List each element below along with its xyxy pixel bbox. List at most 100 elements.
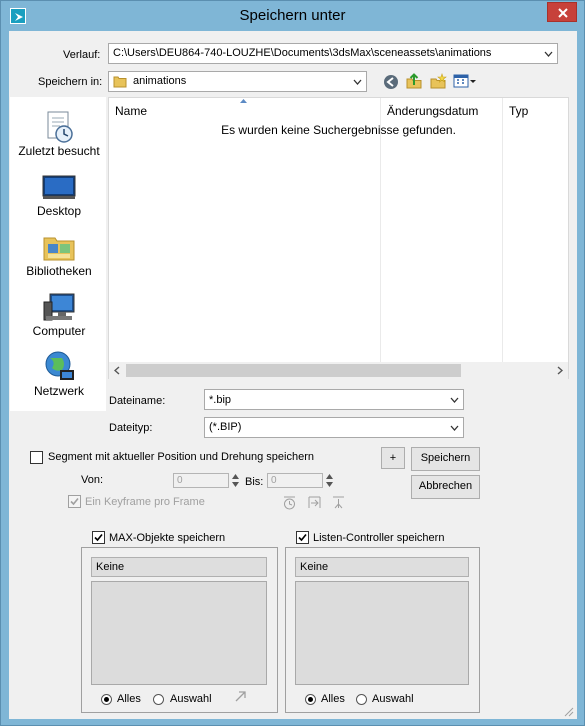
chevron-down-icon xyxy=(450,425,459,431)
keyframe-checkbox[interactable] xyxy=(68,495,81,508)
resize-grip-icon[interactable] xyxy=(564,707,574,717)
libraries-icon xyxy=(43,237,75,261)
chevron-down-icon[interactable] xyxy=(450,397,459,403)
place-label: Zuletzt besucht xyxy=(18,144,100,158)
new-folder-icon xyxy=(430,73,447,89)
column-header-type[interactable]: Typ xyxy=(503,98,569,123)
from-label: Von: xyxy=(81,474,104,486)
list-controllers-radio-selection[interactable] xyxy=(356,694,367,705)
up-folder-icon xyxy=(406,73,422,89)
time-clock-icon[interactable] xyxy=(282,495,297,510)
filetype-select[interactable]: (*.BIP) xyxy=(204,417,464,438)
empty-message: Es wurden keine Suchergebnisse gefunden. xyxy=(221,123,456,137)
place-libraries[interactable]: Bibliotheken xyxy=(11,222,107,282)
close-button[interactable] xyxy=(547,2,577,22)
view-menu-button[interactable] xyxy=(453,73,477,90)
back-button[interactable] xyxy=(383,74,399,90)
computer-icon xyxy=(43,293,75,321)
column-header-name[interactable]: Name xyxy=(109,98,381,123)
save-in-value: animations xyxy=(133,75,187,87)
segment-checkbox[interactable] xyxy=(30,451,43,464)
time-tools-icon[interactable] xyxy=(331,495,346,510)
history-value: C:\Users\DEU864-740-LOUZHE\Documents\3ds… xyxy=(113,47,492,59)
max-objects-list-header-label: Keine xyxy=(96,561,125,573)
place-network[interactable]: Netzwerk xyxy=(11,342,107,402)
filetype-label: Dateityp: xyxy=(109,422,153,434)
max-objects-radio-selection-label: Auswahl xyxy=(170,693,212,705)
title-bar[interactable]: Speichern unter xyxy=(1,1,584,31)
place-label: Computer xyxy=(32,324,86,338)
filetype-value: (*.BIP) xyxy=(209,421,242,433)
list-controllers-list-header-label: Keine xyxy=(300,561,329,573)
list-controllers-list[interactable] xyxy=(295,581,469,685)
save-in-label: Speichern in: xyxy=(38,76,103,88)
history-label: Verlauf: xyxy=(63,49,101,61)
time-range-icon[interactable] xyxy=(307,495,322,510)
list-controllers-panel: Keine Alles Auswahl xyxy=(285,547,480,713)
close-icon xyxy=(558,8,568,18)
max-objects-radio-selection[interactable] xyxy=(153,694,164,705)
new-folder-button[interactable] xyxy=(430,73,447,90)
max-objects-list[interactable] xyxy=(91,581,267,685)
save-button[interactable]: Speichern xyxy=(411,447,480,471)
cancel-button[interactable]: Abbrechen xyxy=(411,475,480,499)
list-controllers-list-header: Keine xyxy=(295,557,469,577)
checkmark-icon xyxy=(70,497,79,506)
list-controllers-radio-all-label: Alles xyxy=(321,693,345,705)
save-in-combo[interactable]: animations xyxy=(108,71,367,92)
max-objects-label: MAX-Objekte speichern xyxy=(109,532,226,544)
scroll-right-icon[interactable] xyxy=(557,366,563,375)
place-label: Desktop xyxy=(36,204,82,218)
plus-button[interactable]: + xyxy=(381,447,405,469)
to-spinner-icon[interactable] xyxy=(325,473,334,488)
place-computer[interactable]: Computer xyxy=(11,282,107,342)
up-folder-button[interactable] xyxy=(406,73,423,90)
folder-icon xyxy=(113,76,127,88)
network-icon xyxy=(45,351,74,380)
list-controllers-label: Listen-Controller speichern xyxy=(313,532,445,544)
scroll-left-icon[interactable] xyxy=(114,366,120,375)
horizontal-scrollbar[interactable] xyxy=(109,362,568,379)
save-as-dialog: Speichern unter Verlauf: C:\Users\DEU864… xyxy=(0,0,585,726)
max-objects-radio-all-label: Alles xyxy=(117,693,141,705)
to-label: Bis: xyxy=(245,476,264,488)
place-label: Bibliotheken xyxy=(26,264,92,278)
place-label: Netzwerk xyxy=(33,384,84,398)
max-objects-panel: Keine Alles Auswahl xyxy=(81,547,278,713)
max-objects-checkbox[interactable] xyxy=(92,531,105,544)
filename-label: Dateiname: xyxy=(109,395,166,407)
chevron-down-icon xyxy=(544,51,553,57)
checkmark-icon xyxy=(94,533,103,542)
desktop-icon xyxy=(42,175,76,199)
places-bar: Zuletzt besucht Desktop Bibliotheken Com… xyxy=(10,97,106,411)
list-controllers-checkbox[interactable] xyxy=(296,531,309,544)
list-controllers-radio-all[interactable] xyxy=(305,694,316,705)
save-label: Speichern xyxy=(420,452,471,464)
place-recent[interactable]: Zuletzt besucht xyxy=(11,102,107,162)
sort-ascending-icon xyxy=(240,99,247,103)
file-list[interactable]: Name Änderungsdatum Typ Es wurden keine … xyxy=(108,97,569,379)
place-desktop[interactable]: Desktop xyxy=(11,162,107,222)
column-header-label: Änderungsdatum xyxy=(387,104,479,118)
column-header-date[interactable]: Änderungsdatum xyxy=(381,98,503,123)
keyframe-label: Ein Keyframe pro Frame xyxy=(85,496,205,508)
list-controllers-legend: Listen-Controller speichern xyxy=(295,531,447,547)
filename-value: *.bip xyxy=(209,394,232,406)
max-objects-legend: MAX-Objekte speichern xyxy=(91,531,227,547)
back-arrow-icon xyxy=(384,75,398,89)
max-objects-radio-all[interactable] xyxy=(101,694,112,705)
history-combo[interactable]: C:\Users\DEU864-740-LOUZHE\Documents\3ds… xyxy=(108,43,558,64)
column-divider[interactable] xyxy=(380,98,381,362)
from-input[interactable]: 0 xyxy=(173,473,229,488)
column-divider[interactable] xyxy=(502,98,503,362)
to-value: 0 xyxy=(271,475,277,486)
scrollbar-thumb[interactable] xyxy=(126,364,461,377)
window-title: Speichern unter xyxy=(239,7,346,24)
select-arrow-icon[interactable] xyxy=(234,690,247,703)
max-objects-list-header: Keine xyxy=(91,557,267,577)
plus-label: + xyxy=(389,452,397,464)
from-spinner-icon[interactable] xyxy=(231,473,240,488)
filename-input[interactable]: *.bip xyxy=(204,389,464,410)
column-header-label: Typ xyxy=(509,104,529,118)
to-input[interactable]: 0 xyxy=(267,473,323,488)
